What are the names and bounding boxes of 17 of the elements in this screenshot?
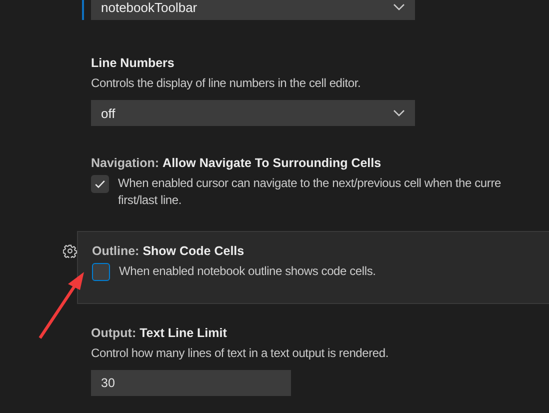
setting-title: Line Numbers [91,56,176,70]
setting-description: When enabled cursor can navigate to the next/previous cell when the curre first/last line. [118,175,501,209]
dropdown[interactable]: off [91,100,415,126]
number-input-field[interactable]: 30 [91,370,291,396]
focus-indicator [82,0,84,20]
setting-title: Outline: Show Code Cells [92,244,246,258]
chevron-down-icon [393,109,405,117]
setting-title: Output: Text Line Limit [91,326,228,340]
setting-description: Controls the display of line numbers in the cell editor. [91,75,362,92]
chevron-down-icon [393,3,405,11]
setting-description: When enabled notebook outline shows code cells. [119,263,376,280]
setting-description: Control how many lines of text in a text output is rendered. [91,345,390,362]
checkbox[interactable] [92,263,110,281]
dropdown[interactable]: notebookToolbar [91,0,415,20]
checkbox[interactable] [91,175,109,193]
settings-icon[interactable] [63,244,77,258]
setting-title: Navigation: Allow Navigate To Surrounding Cells [91,156,382,170]
